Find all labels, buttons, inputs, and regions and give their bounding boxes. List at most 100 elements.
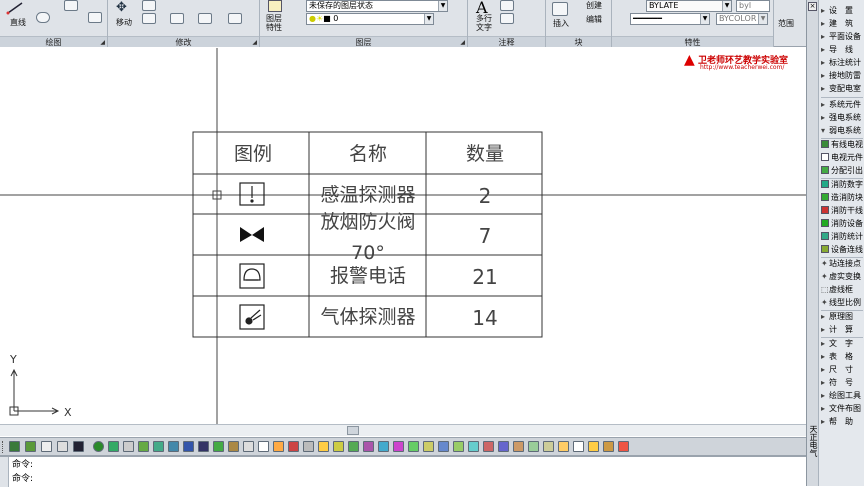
sidebar-item-fire-digital[interactable]: 消防数字: [821, 179, 864, 191]
connect-tool-icon[interactable]: [498, 441, 509, 452]
rectangle-tool-icon[interactable]: [88, 12, 102, 23]
symbol-tool-icon[interactable]: [483, 441, 494, 452]
trim-tool-icon[interactable]: [198, 13, 212, 24]
sidebar-item-strong-current[interactable]: ▸ 强电系统: [821, 112, 864, 124]
sidebar-item-weak-current[interactable]: ▾ 弱电系统: [821, 125, 864, 137]
sidebar-item-system-elements[interactable]: ▸ 系统元件: [821, 99, 864, 111]
shape-tool-icon[interactable]: [333, 441, 344, 452]
brush-tool-icon[interactable]: [348, 441, 359, 452]
lineweight-select[interactable]: ━━━━━━ ▼: [630, 13, 710, 25]
layer-tool-icon[interactable]: [9, 441, 20, 452]
stamp-tool-icon[interactable]: [363, 441, 374, 452]
ruler-tool-icon[interactable]: [273, 441, 284, 452]
fan-tool-icon[interactable]: [513, 441, 524, 452]
match-tool-icon[interactable]: [57, 441, 68, 452]
route-tool-icon[interactable]: [303, 441, 314, 452]
stretch-tool-icon[interactable]: [142, 13, 156, 24]
drawing-canvas[interactable]: ▲ 卫老师环艺教学实验室 http://www.teacherwei.com/ …: [0, 48, 806, 424]
command-input-line[interactable]: 命令:: [12, 473, 33, 485]
wire-tool-icon[interactable]: [378, 441, 389, 452]
sidebar-item-connection-point[interactable]: ✦站连接点: [821, 258, 864, 270]
dim-tool-icon[interactable]: [288, 441, 299, 452]
sidebar-item-cable-tv[interactable]: 有线电视: [821, 139, 864, 151]
sidebar-item-grounding[interactable]: ▸ 接地防雷: [821, 70, 864, 82]
sidebar-item-dimension[interactable]: ▸ 尺 寸: [821, 364, 864, 376]
sidebar-item-fire-stats[interactable]: 消防统计: [821, 231, 864, 243]
box-tool-icon[interactable]: [603, 441, 614, 452]
tag-tool-icon[interactable]: [543, 441, 554, 452]
edit-block-label[interactable]: 编辑: [586, 15, 602, 24]
sidebar-item-fire-equipment[interactable]: 消防设备: [821, 218, 864, 230]
layer-select[interactable]: ●☀■ 0 ▼: [306, 13, 434, 25]
line-tool-label[interactable]: 直线: [10, 18, 26, 27]
sidebar-item-calculation[interactable]: ▸ 计 算: [821, 324, 864, 336]
sidebar-item-fire-trunk[interactable]: 消防干线: [821, 205, 864, 217]
sidebar-item-substation[interactable]: ▸ 变配电室: [821, 83, 864, 95]
close-sidebar-icon[interactable]: ×: [808, 2, 817, 11]
layer-state-select[interactable]: 未保存的图层状态 ▼: [306, 0, 448, 12]
create-block-label[interactable]: 创建: [586, 1, 602, 10]
command-grip[interactable]: [0, 457, 9, 487]
sidebar-item-wire[interactable]: ▸ 导 线: [821, 44, 864, 56]
multiline-text-label[interactable]: 多行 文字: [476, 14, 492, 32]
arc-tool-icon[interactable]: [64, 0, 78, 11]
sidebar-item-dash-toggle[interactable]: ✦虚实变换: [821, 271, 864, 283]
dots-tool-icon[interactable]: [123, 441, 134, 452]
circle-tool-icon[interactable]: [36, 12, 50, 23]
copy-tool-icon[interactable]: [142, 0, 156, 11]
sidebar-item-schematic[interactable]: ▸ 原理图: [821, 311, 864, 323]
sidebar-item-layout[interactable]: ▸ 文件布图: [821, 403, 864, 415]
pen-tool-icon[interactable]: [138, 441, 149, 452]
command-window[interactable]: 命令: 命令:: [0, 456, 806, 487]
sidebar-item-distribution[interactable]: 分配引出: [821, 165, 864, 177]
move-tool-label[interactable]: 移动: [116, 18, 132, 27]
grid-tool-icon[interactable]: [41, 441, 52, 452]
sidebar-item-settings[interactable]: ▸ 设 置: [821, 5, 864, 17]
sidebar-item-annotation-stats[interactable]: ▸ 标注统计: [821, 57, 864, 69]
arrow-tool-icon[interactable]: [243, 441, 254, 452]
move-tool-icon[interactable]: ✥: [116, 0, 127, 15]
node-tool-icon[interactable]: [198, 441, 209, 452]
sidebar-item-drawing-tools[interactable]: ▸ 绘图工具: [821, 390, 864, 402]
sidebar-item-fire-blocks[interactable]: 造消防块: [821, 192, 864, 204]
layer-list-icon[interactable]: [25, 441, 36, 452]
cone-tool-icon[interactable]: [318, 441, 329, 452]
mirror-tool-icon[interactable]: [170, 13, 184, 24]
lamp-tool-icon[interactable]: [423, 441, 434, 452]
multi-base-icon[interactable]: [168, 441, 179, 452]
select-box-icon[interactable]: [258, 441, 269, 452]
key2-tool-icon[interactable]: [558, 441, 569, 452]
horizontal-scrollbar[interactable]: [0, 424, 806, 436]
insert-block-icon[interactable]: [552, 2, 568, 16]
layer-properties-label[interactable]: 图层 特性: [266, 14, 282, 32]
sidebar-item-dashed-frame[interactable]: ⬚虚线框: [821, 284, 864, 296]
circle-green-icon[interactable]: [93, 441, 104, 452]
toolbar-grip[interactable]: [2, 441, 5, 453]
linetype-select[interactable]: BYLATE ▼: [646, 0, 732, 12]
angle-tool-icon[interactable]: [213, 441, 224, 452]
panel-tool-icon[interactable]: [468, 441, 479, 452]
sidebar-item-building[interactable]: ▸ 建 筑: [821, 18, 864, 30]
array-tool-icon[interactable]: [228, 13, 242, 24]
key-tool-icon[interactable]: [228, 441, 239, 452]
wire-split-icon[interactable]: [393, 441, 404, 452]
bird-tool-icon[interactable]: [528, 441, 539, 452]
sidebar-item-floor-equipment[interactable]: ▸ 平面设备: [821, 31, 864, 43]
insert-block-label[interactable]: 插入: [553, 19, 569, 28]
base-tool-icon[interactable]: [153, 441, 164, 452]
line-tool-icon[interactable]: [6, 1, 24, 15]
sidebar-item-table[interactable]: ▸ 表 格: [821, 351, 864, 363]
sidebar-item-tv-elements[interactable]: 电视元件: [821, 152, 864, 164]
fire-tool-icon[interactable]: [618, 441, 629, 452]
split-tool-icon[interactable]: [183, 441, 194, 452]
dimension-tool-icon[interactable]: [500, 0, 514, 11]
table-tool-icon[interactable]: [500, 13, 514, 24]
scrollbar-thumb[interactable]: [347, 426, 359, 435]
layer-properties-icon[interactable]: [268, 0, 282, 12]
sidebar-item-text[interactable]: ▸ 文 字: [821, 338, 864, 350]
grid-move-icon[interactable]: [453, 441, 464, 452]
color-select[interactable]: BYCOLOR ▼: [716, 13, 768, 25]
sidebar-item-device-wiring[interactable]: 设备连线: [821, 244, 864, 256]
socket-tool-icon[interactable]: [408, 441, 419, 452]
lock-tool-icon[interactable]: [588, 441, 599, 452]
